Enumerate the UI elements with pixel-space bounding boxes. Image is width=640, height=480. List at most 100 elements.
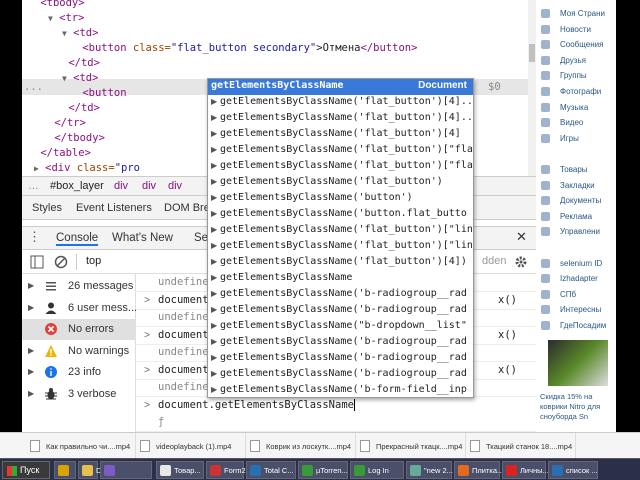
autocomplete-popup[interactable]: getElementsByClassName Document ▶ getElem…	[207, 78, 474, 398]
clear-console-icon[interactable]	[54, 255, 68, 269]
vk-ad-text: Скидка 15% на	[540, 392, 593, 401]
expand-arrow-icon: ▼	[48, 14, 53, 23]
expand-arrow-icon: ▶	[28, 281, 35, 290]
autocomplete-item[interactable]: ▶ getElementsByClassName("b-dropdown__lis…	[208, 319, 473, 335]
autocomplete-item[interactable]: ▶ getElementsByClassName('button')	[208, 191, 473, 207]
tag-open: </td>	[68, 57, 100, 69]
sidebar-filter-item[interactable]: ▶ 6 user mess...	[22, 298, 137, 319]
sidebar-filter-item[interactable]: ▶ 26 messages	[22, 276, 136, 297]
autocomplete-item[interactable]: ▶ getElementsByClassName	[208, 271, 473, 287]
suggestion-arrow-icon: ▶	[211, 113, 218, 122]
taskbar-app[interactable]: Log In	[350, 461, 404, 479]
dom-node[interactable]: <button class="flat_button secondary">От…	[76, 41, 417, 56]
taskbar-app[interactable]: Total C...	[246, 461, 296, 479]
vk-menu-label: Izhadapter	[560, 274, 598, 284]
download-item[interactable]: Коврик из лоскутк....mp4	[246, 433, 356, 459]
sidebar-filter-label: No errors	[68, 323, 114, 335]
vk-menu-label: selenium ID	[560, 258, 603, 268]
download-item[interactable]: Прекрасный ткацк....mp4	[356, 433, 466, 459]
autocomplete-item[interactable]: ▶ getElementsByClassName('b-radiogroup__r…	[208, 335, 473, 351]
autocomplete-item[interactable]: ▶ getElementsByClassName('b-radiogroup__r…	[208, 303, 473, 319]
sidebar-filter-item[interactable]: ▶ 3 verbose	[22, 384, 136, 405]
close-icon[interactable]: ✕	[516, 229, 527, 245]
gear-icon[interactable]	[514, 255, 528, 269]
dom-node[interactable]: <tbody>	[34, 0, 84, 11]
autocomplete-item-text: getElementsByClassName('b-radiogroup__ra…	[220, 288, 467, 299]
dom-node[interactable]: ▶ <div class="pro	[34, 161, 140, 176]
taskbar-app[interactable]: Downlo...	[78, 461, 127, 479]
autocomplete-item[interactable]: ▶ getElementsByClassName('b-radiogroup__r…	[208, 351, 473, 367]
autocomplete-item[interactable]: ▶ getElementsByClassName('button.flat_but…	[208, 207, 473, 223]
download-item[interactable]: Ткацкий станок 18....mp4	[466, 433, 576, 459]
taskbar-app[interactable]: список ...	[548, 461, 598, 479]
autocomplete-item-text: getElementsByClassName('button.flat_butt…	[220, 208, 467, 219]
taskbar-app[interactable]	[100, 461, 152, 479]
taskbar-app[interactable]: "new 2...	[406, 461, 453, 479]
suggestion-arrow-icon: ▶	[211, 129, 218, 138]
dom-node[interactable]: </table>	[34, 146, 91, 161]
taskbar-app[interactable]: Личны...	[502, 461, 549, 479]
breadcrumb-item[interactable]: div	[114, 180, 128, 192]
sidebar-filter-item[interactable]: No errors	[22, 319, 136, 340]
dom-node[interactable]: </tbody>	[48, 131, 105, 146]
sidebar-filter-item[interactable]: ▶ No warnings	[22, 341, 136, 362]
start-button[interactable]: Пуск	[2, 461, 50, 479]
tab-styles[interactable]: Styles	[32, 202, 62, 214]
autocomplete-item[interactable]: ▶ getElementsByClassName('flat_button')["…	[208, 239, 473, 255]
dom-node[interactable]: <button	[76, 86, 126, 101]
tab-dom-breakpoints[interactable]: DOM Bre	[164, 202, 210, 214]
file-icon	[30, 440, 40, 452]
vk-menu-item[interactable]: ГдеПосадим	[536, 317, 616, 335]
download-filename: Коврик из лоскутк....mp4	[266, 442, 352, 451]
taskbar-app[interactable]: Form2	[206, 461, 246, 479]
context-selector[interactable]: top	[86, 255, 101, 267]
autocomplete-item[interactable]: ▶ getElementsByClassName('b-radiogroup__r…	[208, 367, 473, 383]
tab-sensors[interactable]: Se	[194, 232, 208, 244]
attr-value: "flat_button secondary"	[170, 42, 317, 54]
autocomplete-item[interactable]: ▶ getElementsByClassName('flat_button')[4…	[208, 95, 473, 111]
windows-logo-icon	[7, 466, 17, 476]
autocomplete-item[interactable]: ▶ getElementsByClassName('flat_button')[4…	[208, 255, 473, 271]
suggestion-arrow-icon: ▶	[211, 337, 218, 346]
breadcrumb-item[interactable]: div	[168, 180, 182, 192]
autocomplete-item[interactable]: ▶ getElementsByClassName('flat_button')["…	[208, 143, 473, 159]
breadcrumb-item[interactable]: #box_layer	[50, 180, 104, 192]
drawer-menu-icon[interactable]: ⋮	[28, 229, 41, 245]
sidebar-filter-item[interactable]: ▶ 23 info	[22, 362, 136, 383]
tab-console[interactable]: Console	[56, 232, 99, 246]
download-item[interactable]: Как правильно чи....mp4	[26, 433, 136, 459]
download-item[interactable]: videoplayback (1).mp4	[136, 433, 246, 459]
dom-node[interactable]: </tr>	[48, 116, 86, 131]
tab-whats-new[interactable]: What's New	[112, 232, 173, 244]
autocomplete-item[interactable]: ▶ getElementsByClassName('flat_button')["…	[208, 159, 473, 175]
taskbar-app[interactable]: µTorren...	[298, 461, 348, 479]
autocomplete-item-text: getElementsByClassName('b-radiogroup__ra…	[220, 304, 467, 315]
expand-arrow-icon: ▶	[28, 367, 35, 376]
taskbar-app-label: Log In	[368, 466, 389, 475]
console-input[interactable]: document.getElementsByClassName	[158, 398, 355, 411]
taskbar-app[interactable]: Плитка...	[454, 461, 503, 479]
autocomplete-item-text: getElementsByClassName('flat_button')[4]…	[220, 96, 473, 107]
tab-event-listeners[interactable]: Event Listeners	[76, 202, 152, 214]
dom-node[interactable]: ▼ <td>	[62, 26, 98, 41]
sidebar-toggle-icon[interactable]	[30, 255, 44, 269]
dom-node[interactable]: ▼ <td>	[62, 71, 98, 86]
breadcrumb-item[interactable]: div	[142, 180, 156, 192]
autocomplete-item[interactable]: ▶ getElementsByClassName('flat_button')	[208, 175, 473, 191]
suggestion-arrow-icon: ▶	[211, 305, 218, 314]
dom-node[interactable]: ▼ <tr>	[48, 11, 84, 26]
autocomplete-item[interactable]: ▶ getElementsByClassName('b-form-field__i…	[208, 383, 473, 397]
dom-node[interactable]: </td>	[62, 101, 100, 116]
attr-name: class=	[132, 42, 171, 54]
autocomplete-item[interactable]: ▶ getElementsByClassName('b-radiogroup__r…	[208, 287, 473, 303]
taskbar-app[interactable]: Товар...	[156, 461, 204, 479]
autocomplete-item[interactable]: ▶ getElementsByClassName('flat_button')["…	[208, 223, 473, 239]
taskbar-app[interactable]	[54, 461, 76, 479]
autocomplete-header[interactable]: getElementsByClassName Document	[208, 79, 473, 95]
dom-node[interactable]: </td>	[62, 56, 100, 71]
autocomplete-item[interactable]: ▶ getElementsByClassName('flat_button')[4…	[208, 127, 473, 143]
vk-menu-label: Игры	[560, 133, 579, 143]
elements-scrollbar[interactable]	[528, 0, 536, 176]
vk-ad-image[interactable]	[548, 340, 608, 386]
autocomplete-item[interactable]: ▶ getElementsByClassName('flat_button')[4…	[208, 111, 473, 127]
